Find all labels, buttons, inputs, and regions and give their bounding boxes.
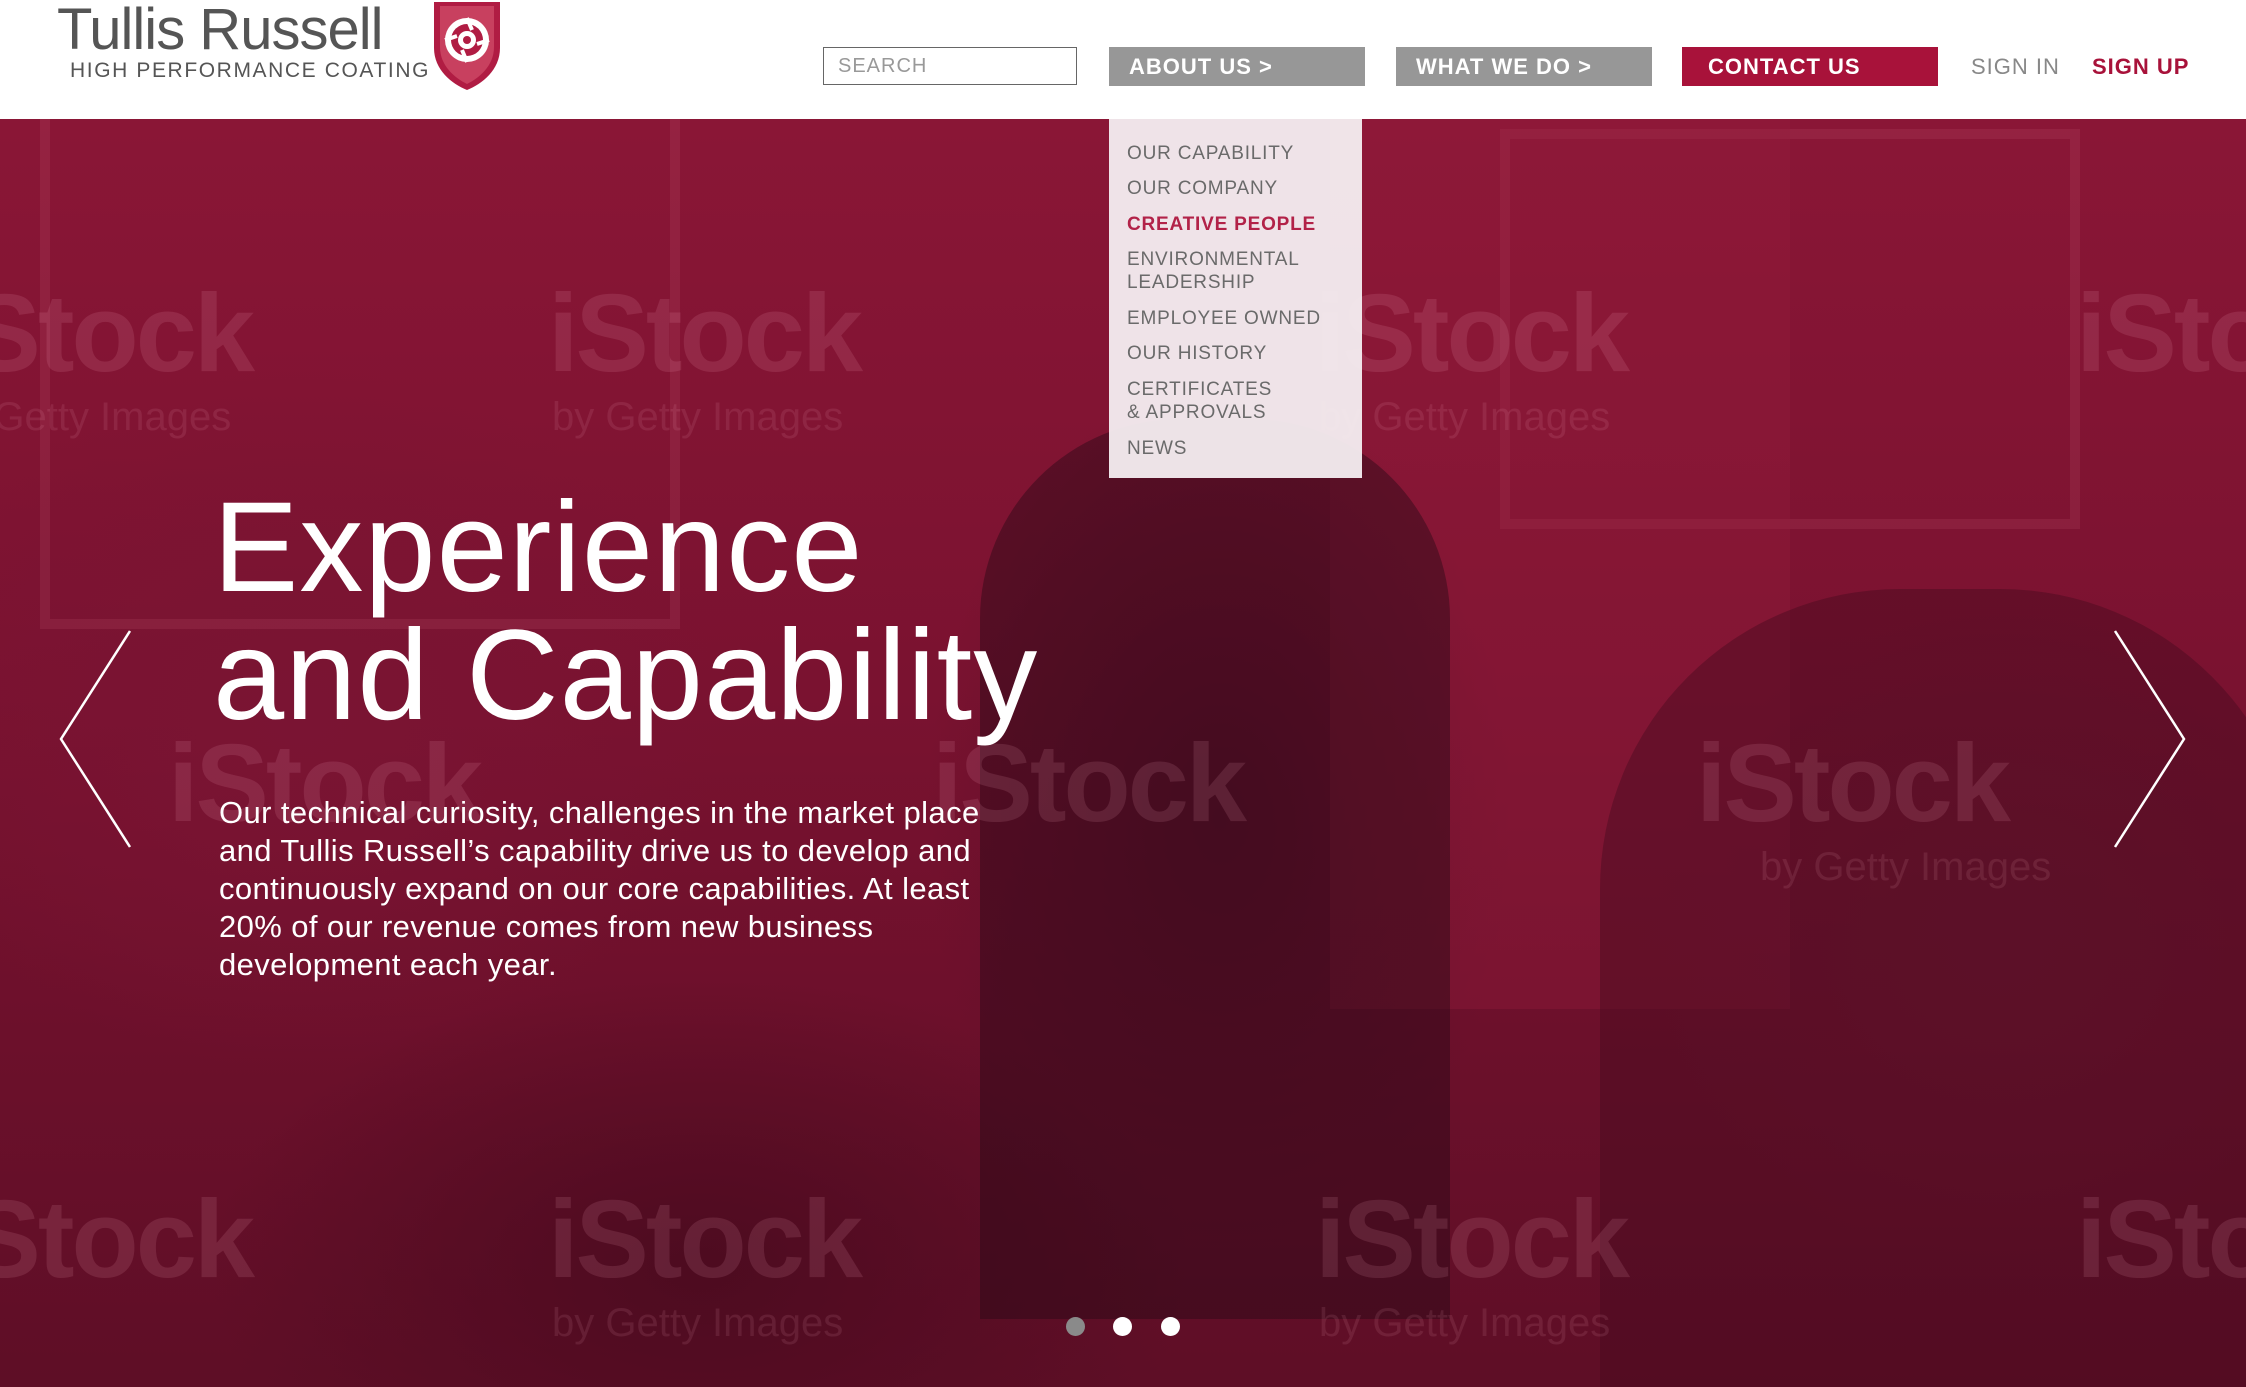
menu-item-label-line: ENVIRONMENTAL: [1127, 249, 1300, 270]
sign-in-link[interactable]: SIGN IN: [1971, 47, 2060, 86]
hero-description-line: and Tullis Russell’s capability drive us…: [219, 833, 972, 868]
menu-item-label-line: & APPROVALS: [1127, 402, 1267, 423]
watermark-text: iStock: [548, 1178, 863, 1301]
menu-item-employee-owned[interactable]: EMPLOYEE OWNED: [1127, 307, 1321, 330]
hero-description-line: 20% of our revenue comes from new busine…: [219, 909, 874, 944]
watermark-text: iStock: [0, 1178, 255, 1301]
carousel-dot-3[interactable]: [1161, 1317, 1180, 1336]
watermark-text: iStock: [1696, 722, 2011, 845]
nav-contact-us-button[interactable]: CONTACT US: [1682, 47, 1938, 86]
menu-item-our-capability[interactable]: OUR CAPABILITY: [1127, 142, 1294, 165]
hero-headline-line1: Experience: [213, 476, 864, 619]
nav-what-we-do-button[interactable]: WHAT WE DO >: [1396, 47, 1652, 86]
menu-item-certificates-approvals[interactable]: CERTIFICATES & APPROVALS: [1127, 378, 1272, 424]
watermark-subtext: by Getty Images: [1319, 395, 1611, 439]
hero-description: Our technical curiosity, challenges in t…: [219, 794, 1119, 984]
carousel-dot-1[interactable]: [1066, 1317, 1085, 1336]
site-header: Tullis Russell HIGH PERFORMANCE COATING …: [0, 0, 2246, 119]
watermark-subtext: by Getty Images: [552, 1301, 844, 1345]
watermark-text: iStock: [548, 272, 863, 395]
menu-item-label-line: LEADERSHIP: [1127, 272, 1256, 293]
hero-headline-line2: and Capability: [213, 604, 1039, 747]
chevron-right-icon[interactable]: [2110, 629, 2190, 849]
menu-item-news[interactable]: NEWS: [1127, 437, 1187, 460]
menu-item-creative-people[interactable]: CREATIVE PEOPLE: [1127, 213, 1316, 236]
watermark-subtext: by Getty Images: [1319, 1301, 1611, 1345]
menu-item-our-history[interactable]: OUR HISTORY: [1127, 342, 1267, 365]
carousel-dot-2[interactable]: [1113, 1317, 1132, 1336]
watermark-text: iStock: [1315, 1178, 1630, 1301]
logo-wordmark[interactable]: Tullis Russell: [57, 0, 383, 62]
logo-tagline: HIGH PERFORMANCE COATING: [70, 59, 431, 82]
watermark-subtext: by Getty Images: [552, 395, 844, 439]
hero-headline: Experience and Capability: [213, 484, 1213, 740]
chevron-left-icon[interactable]: [55, 629, 135, 849]
logo-shield-icon[interactable]: [430, 0, 504, 92]
watermark-subtext: by Getty Images: [0, 395, 232, 439]
search-input[interactable]: [823, 47, 1077, 85]
watermark-text: iStock: [2076, 1178, 2246, 1301]
watermark-text: iStock: [2076, 272, 2246, 395]
watermark-text: iStock: [0, 272, 255, 395]
about-us-dropdown-menu: OUR CAPABILITY OUR COMPANY CREATIVE PEOP…: [1109, 119, 1362, 478]
menu-item-our-company[interactable]: OUR COMPANY: [1127, 177, 1278, 200]
menu-item-label-line: CERTIFICATES: [1127, 379, 1273, 400]
hero-description-line: development each year.: [219, 947, 557, 982]
nav-about-us-button[interactable]: ABOUT US >: [1109, 47, 1365, 86]
menu-item-environmental-leadership[interactable]: ENVIRONMENTAL LEADERSHIP: [1127, 248, 1300, 294]
hero-description-line: continuously expand on our core capabili…: [219, 871, 970, 906]
watermark-subtext: by Getty Images: [1760, 845, 2052, 889]
sign-up-link[interactable]: SIGN UP: [2092, 47, 2189, 86]
hero-description-line: Our technical curiosity, challenges in t…: [219, 795, 980, 830]
